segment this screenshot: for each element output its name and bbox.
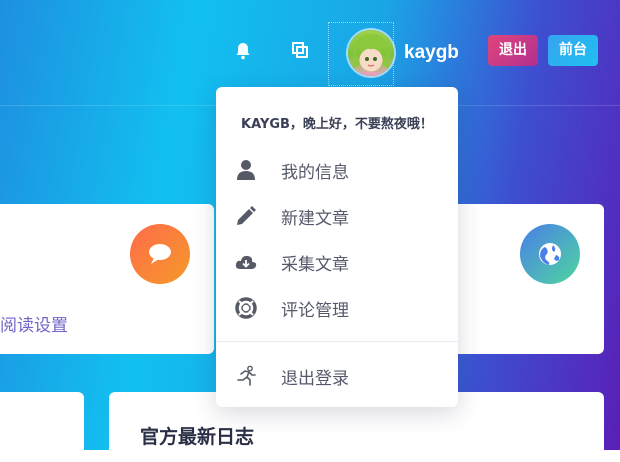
bell-icon[interactable] xyxy=(232,40,254,62)
menu-item-new-article[interactable]: 新建文章 xyxy=(216,194,458,238)
user-icon xyxy=(234,158,258,182)
running-icon xyxy=(234,364,258,388)
menu-item-label: 采集文章 xyxy=(281,254,349,275)
menu-item-label: 退出登录 xyxy=(281,368,349,389)
pencil-icon xyxy=(234,204,258,228)
menu-item-label: 我的信息 xyxy=(281,162,349,183)
lifebuoy-icon xyxy=(234,296,258,320)
menu-item-label: 评论管理 xyxy=(281,300,349,321)
menu-item-logout[interactable]: 退出登录 xyxy=(216,354,458,398)
menu-item-my-info[interactable]: 我的信息 xyxy=(216,148,458,192)
reading-settings-link[interactable]: 阅读设置 xyxy=(0,311,68,336)
bottom-card-left xyxy=(0,392,84,462)
cloud-download-icon xyxy=(234,250,258,274)
username[interactable]: kaygb xyxy=(404,42,459,64)
menu-divider xyxy=(216,341,458,342)
greeting-text: KAYGB，晚上好，不要熬夜哦！ xyxy=(241,117,433,132)
news-title: 官方最新日志 xyxy=(140,426,255,448)
avatar[interactable] xyxy=(348,30,394,76)
chat-circle xyxy=(130,224,190,284)
menu-item-comment-management[interactable]: 评论管理 xyxy=(216,286,458,330)
user-dropdown-menu: KAYGB，晚上好，不要熬夜哦！ 我的信息 新建文章 采集文章 评论管理 退出登… xyxy=(216,87,458,407)
window-restore-icon[interactable] xyxy=(289,39,311,61)
globe-circle xyxy=(520,224,580,284)
exit-button[interactable]: 退出 xyxy=(488,35,538,66)
globe-icon xyxy=(539,243,561,265)
frontend-button[interactable]: 前台 xyxy=(548,35,598,66)
chat-icon xyxy=(149,244,171,264)
menu-item-collect-articles[interactable]: 采集文章 xyxy=(216,240,458,284)
menu-item-label: 新建文章 xyxy=(281,208,349,229)
